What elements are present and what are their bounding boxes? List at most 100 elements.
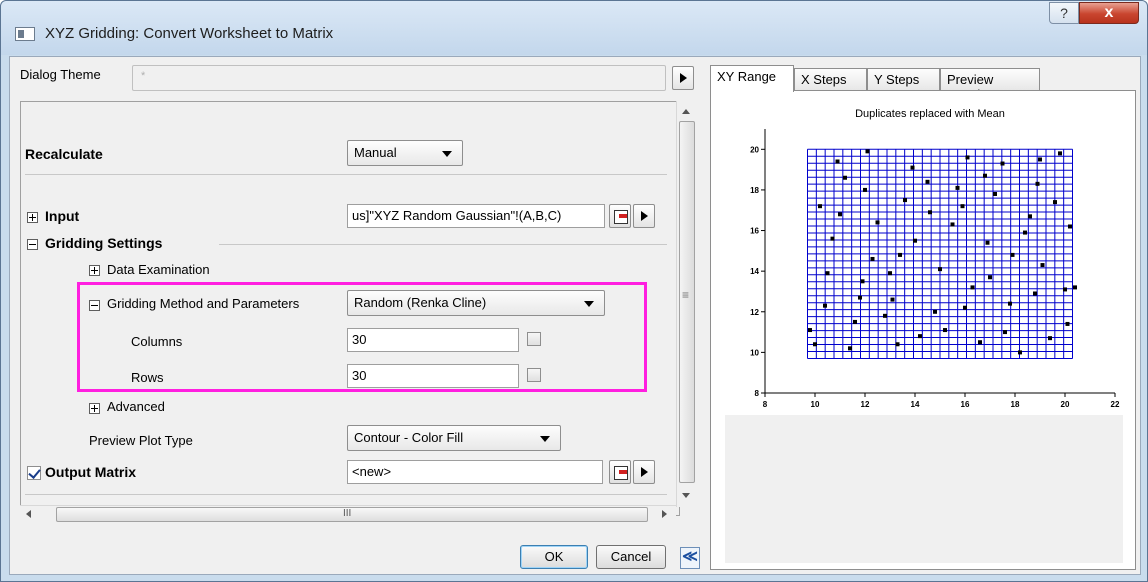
- collapse-panel-button[interactable]: ≪: [680, 547, 700, 569]
- data-point: [890, 297, 895, 302]
- data-point: [1063, 287, 1067, 292]
- axes: 8 10 12 14 16 18 20 22 8 10 12 14 16 18 20: [750, 129, 1120, 409]
- horizontal-scroll-thumb[interactable]: III: [56, 507, 648, 522]
- data-point: [993, 191, 997, 196]
- help-button[interactable]: ?: [1049, 2, 1079, 24]
- data-point: [970, 285, 975, 290]
- x-tick-label: 10: [811, 400, 820, 409]
- data-point: [858, 295, 862, 300]
- output-matrix-field[interactable]: <new>: [347, 460, 603, 484]
- data-point: [835, 159, 840, 164]
- recalculate-label: Recalculate: [25, 146, 103, 162]
- input-expand-icon[interactable]: [27, 212, 38, 223]
- close-button[interactable]: x: [1079, 2, 1139, 24]
- advanced-expand-icon[interactable]: [89, 403, 100, 414]
- data-point: [1023, 230, 1027, 235]
- data-examination-expand-icon[interactable]: [89, 265, 100, 276]
- recalculate-select[interactable]: Manual: [347, 140, 463, 166]
- divider: [219, 244, 667, 245]
- data-point: [808, 328, 812, 333]
- data-point: [925, 179, 930, 184]
- ok-button[interactable]: OK: [520, 545, 588, 569]
- data-point: [1000, 161, 1005, 166]
- output-select-button[interactable]: [609, 460, 631, 484]
- output-matrix-label: Output Matrix: [45, 464, 136, 480]
- data-point: [865, 149, 870, 154]
- x-tick-label: 8: [763, 400, 768, 409]
- data-point: [910, 165, 915, 170]
- output-matrix-checkbox[interactable]: [27, 466, 41, 480]
- data-point: [1068, 224, 1072, 229]
- preview-plot-type-select[interactable]: Contour - Color Fill: [347, 425, 561, 451]
- gridding-method-highlight: [77, 282, 647, 392]
- data-point: [1038, 157, 1042, 162]
- scroll-up-arrow-icon[interactable]: [682, 109, 690, 114]
- data-point: [898, 252, 902, 257]
- dialog-window: XYZ Gridding: Convert Worksheet to Matri…: [0, 0, 1148, 582]
- data-point: [1048, 336, 1052, 341]
- tree-horizontal-scrollbar[interactable]: III: [20, 505, 676, 523]
- input-range-field[interactable]: us]"XYZ Random Gaussian"!(A,B,C): [347, 204, 605, 228]
- data-point: [818, 204, 822, 209]
- tab-preview-result[interactable]: Preview Result: [940, 68, 1040, 102]
- gridding-settings-collapse-icon[interactable]: [27, 239, 38, 250]
- data-point: [1008, 301, 1012, 306]
- scroll-right-arrow-icon[interactable]: [662, 510, 667, 518]
- cancel-button[interactable]: Cancel: [596, 545, 666, 569]
- chart-title: Duplicates replaced with Mean: [855, 108, 1005, 120]
- output-menu-button[interactable]: [633, 460, 655, 484]
- dialog-theme-input[interactable]: *: [132, 65, 666, 91]
- y-tick-label: 14: [750, 267, 759, 276]
- y-tick-label: 8: [755, 389, 760, 398]
- dialog-client: Dialog Theme * Recalculate Manual Input …: [9, 56, 1141, 575]
- data-examination-label: Data Examination: [107, 262, 210, 277]
- y-tick-label: 16: [750, 227, 759, 236]
- data-point: [883, 313, 887, 318]
- vertical-scroll-thumb[interactable]: ≡: [679, 121, 695, 483]
- data-point: [1003, 330, 1007, 335]
- data-point: [983, 173, 987, 178]
- data-point: [825, 271, 830, 276]
- vertical-thumb-grip: ≡: [682, 288, 690, 302]
- dialog-theme-value: *: [141, 70, 146, 82]
- preview-plot-type-label: Preview Plot Type: [89, 433, 193, 448]
- data-point: [960, 204, 965, 209]
- input-select-range-button[interactable]: [609, 204, 631, 228]
- data-point: [943, 328, 947, 333]
- data-point: [1073, 285, 1077, 290]
- y-tick-label: 20: [750, 145, 759, 154]
- data-point: [863, 187, 867, 192]
- scroll-left-arrow-icon[interactable]: [26, 510, 31, 518]
- data-point: [860, 279, 865, 284]
- data-point: [1028, 214, 1032, 219]
- input-label: Input: [45, 208, 80, 224]
- dialog-theme-menu-button[interactable]: [672, 66, 694, 90]
- data-point: [955, 185, 960, 190]
- tab-xy-range[interactable]: XY Range: [710, 65, 794, 92]
- x-tick-label: 16: [961, 400, 970, 409]
- data-point: [938, 267, 942, 272]
- preview-plot-svg: Duplicates replaced with Mean 8 10 12 14 16 1…: [750, 108, 1120, 409]
- grid-mesh: [807, 148, 1073, 359]
- tree-vertical-scrollbar[interactable]: ≡: [676, 101, 696, 507]
- x-tick-label: 14: [911, 400, 920, 409]
- data-point: [1058, 151, 1062, 156]
- scroll-down-arrow-icon[interactable]: [682, 493, 690, 498]
- data-point: [1010, 252, 1015, 257]
- tab-x-steps[interactable]: X Steps: [794, 68, 867, 91]
- data-point: [933, 309, 937, 314]
- data-point: [888, 271, 892, 276]
- data-point: [1018, 350, 1022, 355]
- data-point: [978, 340, 982, 345]
- y-tick-label: 18: [750, 186, 759, 195]
- x-tick-label: 12: [861, 400, 870, 409]
- tab-y-steps[interactable]: Y Steps: [867, 68, 940, 91]
- y-tick-label: 10: [750, 348, 759, 357]
- title-bar[interactable]: XYZ Gridding: Convert Worksheet to Matri…: [1, 1, 1147, 55]
- data-point: [853, 319, 857, 324]
- input-menu-button[interactable]: [633, 204, 655, 228]
- xy-range-panel: Duplicates replaced with Mean 8 10 12 14 16 1…: [710, 90, 1136, 570]
- advanced-label: Advanced: [107, 399, 165, 414]
- data-point: [838, 212, 842, 217]
- x-tick-label: 18: [1011, 400, 1020, 409]
